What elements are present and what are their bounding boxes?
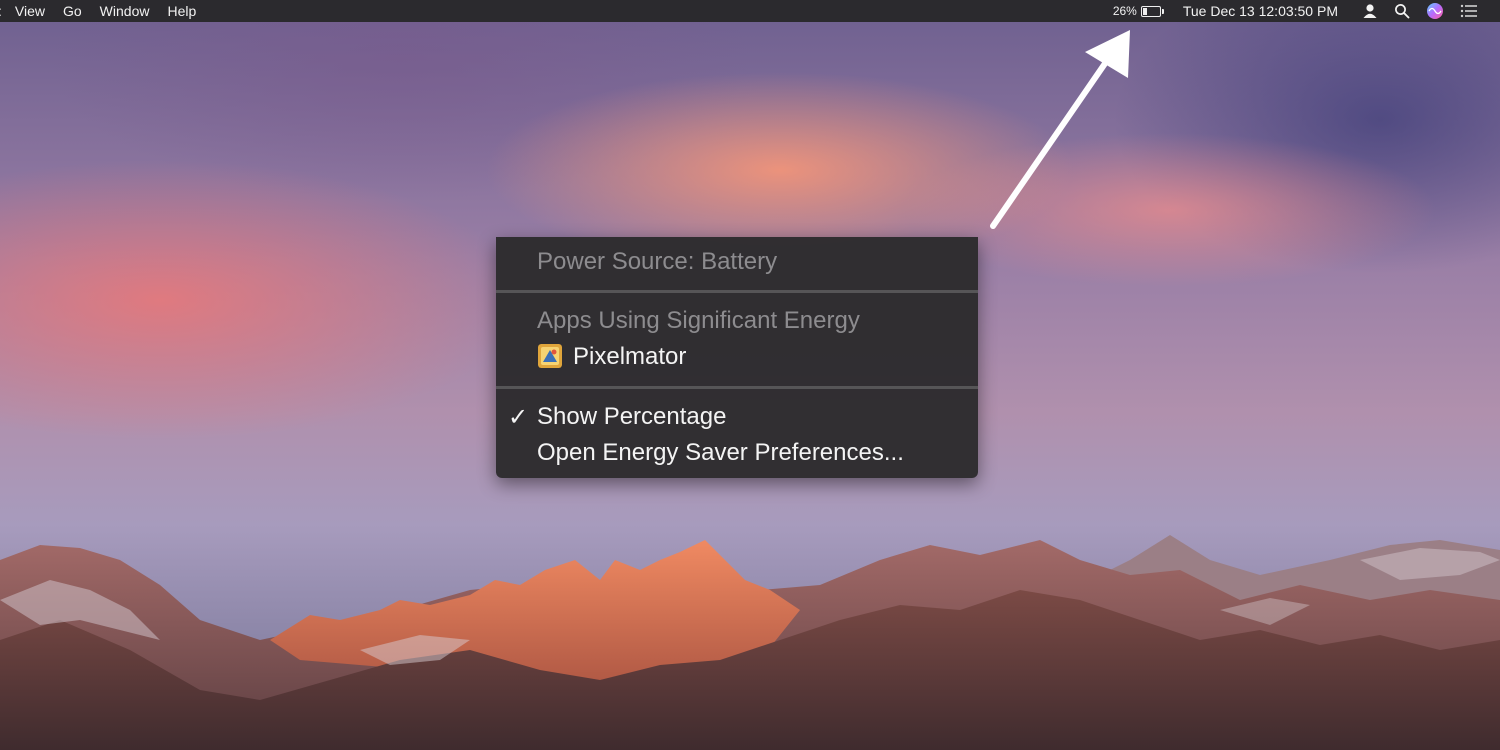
menu-window[interactable]: Window [91,0,159,22]
notification-center-icon[interactable] [1452,0,1500,22]
checkmark-icon: ✓ [508,404,529,431]
apps-using-energy-heading: Apps Using Significant Energy [537,307,860,334]
menu-item-open-energy-saver-preferences[interactable]: Open Energy Saver Preferences... [537,439,904,467]
menu-bar-status-area: 26% Tue Dec 13 12:03:50 PM [1105,0,1500,22]
menu-go[interactable]: Go [54,0,91,22]
battery-icon [1140,5,1164,17]
menu-bar-left: : View Go Window Help [0,0,205,22]
menu-bar-clock[interactable]: Tue Dec 13 12:03:50 PM [1173,0,1354,22]
battery-level-fill [1142,7,1147,15]
user-icon[interactable] [1354,0,1386,22]
menu-view[interactable]: View [6,0,54,22]
power-source-label: Power Source: Battery [537,248,778,275]
battery-menu: Power Source: Battery Apps Using Signifi… [496,237,978,478]
menu-help[interactable]: Help [158,0,205,22]
menu-separator [496,386,978,389]
menu-bar: : View Go Window Help 26% Tue Dec 13 12:… [0,0,1500,22]
battery-status-item[interactable]: 26% [1105,0,1173,22]
menu-item-show-percentage[interactable]: Show Percentage [537,403,726,431]
siri-icon[interactable] [1418,0,1452,22]
pixelmator-app-icon [538,344,562,368]
spotlight-search-icon[interactable] [1386,0,1418,22]
battery-percentage: 26% [1112,4,1137,18]
menu-separator [496,290,978,293]
menu-item-pixelmator[interactable]: Pixelmator [573,343,686,371]
